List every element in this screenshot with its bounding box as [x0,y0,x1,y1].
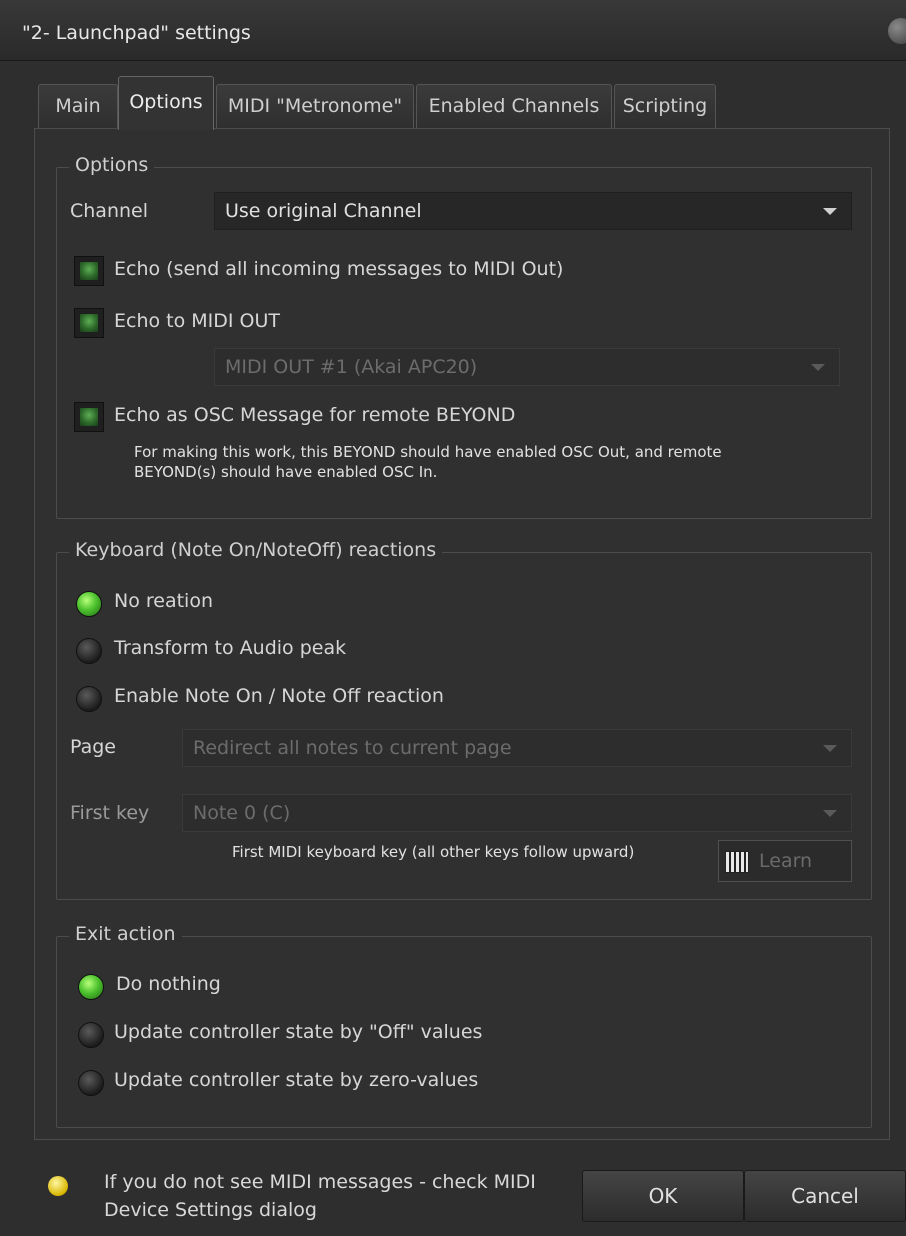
echo-midi-out-label: Echo to MIDI OUT [114,310,281,332]
piano-keyboard-icon [725,851,749,873]
options-group-legend: Options [69,154,155,176]
chevron-down-icon [811,364,825,371]
echo-osc-label: Echo as OSC Message for remote BEYOND [114,404,516,426]
cancel-button[interactable]: Cancel [744,1170,906,1222]
first-key-note: First MIDI keyboard key (all other keys … [232,843,635,861]
settings-dialog: "2- Launchpad" settings Main Options MID… [0,0,906,1236]
window-knob-icon[interactable] [888,18,906,44]
first-key-label: First key [70,802,150,824]
checkbox-led-icon [80,314,98,332]
exit-group-legend: Exit action [69,923,182,945]
ok-button[interactable]: OK [582,1170,744,1222]
midi-connector-icon [48,1176,68,1196]
radio-no-reaction-label: No reation [114,590,213,612]
keyboard-group-legend: Keyboard (Note On/NoteOff) reactions [69,539,443,561]
title-bar[interactable]: "2- Launchpad" settings [0,0,906,61]
radio-note-reaction-label: Enable Note On / Note Off reaction [114,685,444,707]
radio-zero-values-label: Update controller state by zero-values [114,1069,479,1091]
tab-enabled-channels[interactable]: Enabled Channels [416,84,612,128]
midi-out-device-value: MIDI OUT #1 (Akai APC20) [225,356,478,378]
checkbox-led-icon [80,408,98,426]
chevron-down-icon [823,810,837,817]
chevron-down-icon [823,208,837,215]
osc-note-line1: For making this work, this BEYOND should… [134,443,722,461]
channel-select-value: Use original Channel [225,200,422,222]
learn-button: Learn [718,840,852,882]
radio-no-reaction[interactable] [76,591,102,617]
window-title: "2- Launchpad" settings [22,22,251,44]
learn-button-label: Learn [759,850,813,872]
radio-zero-values[interactable] [78,1070,104,1096]
midi-out-device-select: MIDI OUT #1 (Akai APC20) [214,348,840,386]
checkbox-led-icon [80,262,98,280]
tab-scripting[interactable]: Scripting [614,84,716,128]
first-key-select-value: Note 0 (C) [193,802,291,824]
channel-label: Channel [70,200,149,222]
page-label: Page [70,736,116,758]
echo-midi-out-checkbox[interactable] [74,308,104,338]
footer-hint-line1: If you do not see MIDI messages - check … [104,1171,536,1193]
tab-main[interactable]: Main [38,84,118,128]
radio-off-values[interactable] [78,1022,104,1048]
footer-hint: If you do not see MIDI messages - check … [104,1168,536,1224]
chevron-down-icon [823,745,837,752]
footer-hint-line2: Device Settings dialog [104,1199,317,1221]
echo-label: Echo (send all incoming messages to MIDI… [114,258,564,280]
echo-checkbox[interactable] [74,256,104,286]
first-key-select: Note 0 (C) [182,794,852,832]
radio-audio-peak[interactable] [76,638,102,664]
radio-note-reaction[interactable] [76,686,102,712]
page-select: Redirect all notes to current page [182,729,852,767]
page-select-value: Redirect all notes to current page [193,737,512,759]
radio-do-nothing[interactable] [78,974,104,1000]
tab-options[interactable]: Options [118,76,214,130]
radio-off-values-label: Update controller state by "Off" values [114,1021,483,1043]
channel-select[interactable]: Use original Channel [214,192,852,230]
echo-osc-checkbox[interactable] [74,402,104,432]
radio-audio-peak-label: Transform to Audio peak [114,637,347,659]
osc-note-line2: BEYOND(s) should have enabled OSC In. [134,463,438,481]
radio-do-nothing-label: Do nothing [116,973,221,995]
tab-midi-metronome[interactable]: MIDI "Metronome" [216,84,414,128]
